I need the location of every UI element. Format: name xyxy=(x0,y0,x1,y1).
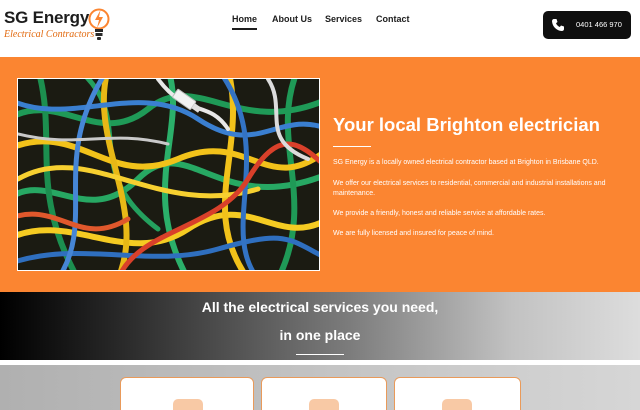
electrical-cables-photo xyxy=(17,78,320,271)
service-icon-2 xyxy=(309,399,339,410)
services-divider xyxy=(296,354,344,355)
call-button[interactable]: 0401 466 970 xyxy=(543,11,631,39)
hero-paragraph-1: SG Energy is a locally owned electrical … xyxy=(333,159,599,166)
hero-paragraph-2: We offer our electrical services to resi… xyxy=(333,180,606,197)
hero-paragraph-3: We provide a friendly, honest and reliab… xyxy=(333,210,546,217)
service-card-2[interactable] xyxy=(261,377,387,410)
hero-divider xyxy=(333,146,371,147)
services-heading-line-2: in one place xyxy=(279,327,361,343)
hero-title: Your local Brighton electrician xyxy=(333,114,600,135)
nav-contact[interactable]: Contact xyxy=(376,14,410,24)
services-banner: All the electrical services you need, in… xyxy=(0,292,640,360)
service-icon-3 xyxy=(442,399,472,410)
nav-home[interactable]: Home xyxy=(232,14,258,30)
phone-icon xyxy=(552,19,564,31)
service-cards xyxy=(0,365,640,410)
nav-services[interactable]: Services xyxy=(325,14,362,24)
service-card-1[interactable] xyxy=(120,377,254,410)
hero-section: Your local Brighton electrician SG Energ… xyxy=(0,57,640,292)
site-header: SG Energy Electrical Contractors Home Ab… xyxy=(0,0,640,57)
services-heading-line-1: All the electrical services you need, xyxy=(201,299,439,315)
service-icon-1 xyxy=(173,399,203,410)
phone-number: 0401 466 970 xyxy=(576,20,622,29)
service-card-3[interactable] xyxy=(394,377,521,410)
nav-about-us[interactable]: About Us xyxy=(272,14,312,24)
hero-paragraph-4: We are fully licensed and insured for pe… xyxy=(333,230,494,237)
